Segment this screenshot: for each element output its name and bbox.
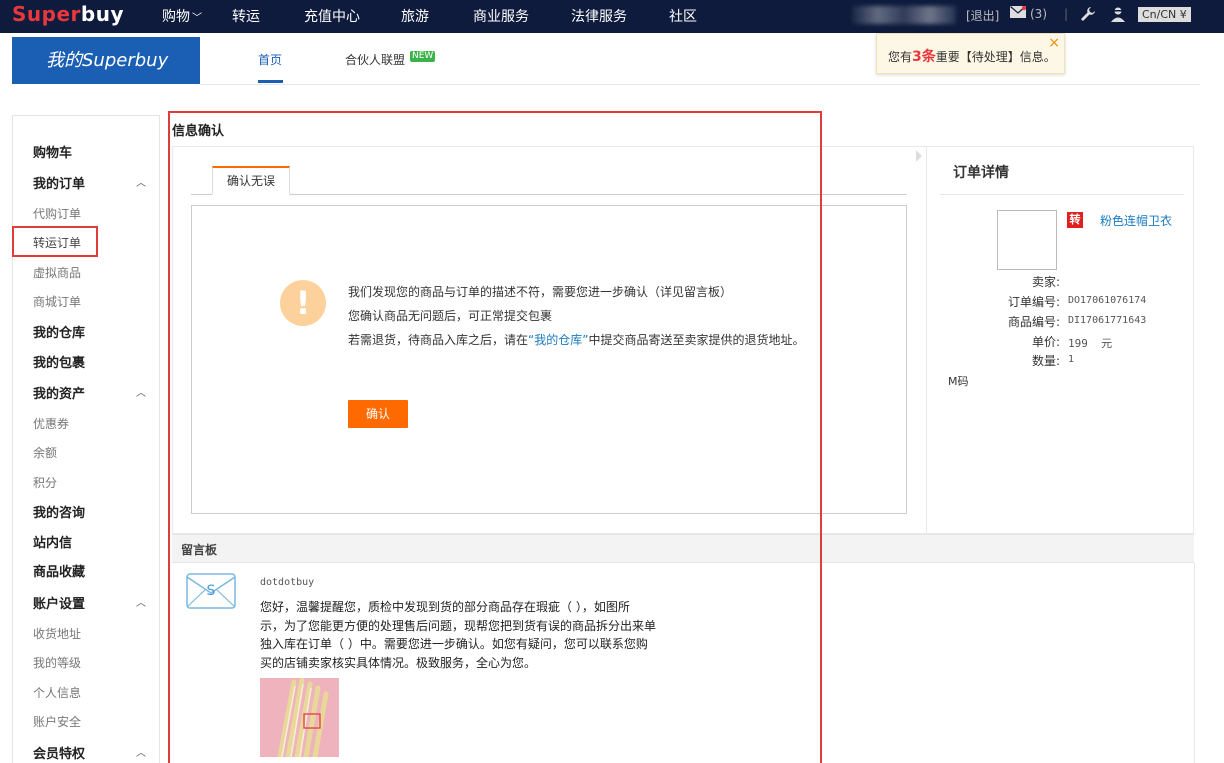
- mail-icon[interactable]: [1010, 6, 1026, 18]
- nav-shopping-label: 购物: [162, 9, 190, 25]
- mail-count: (3): [1030, 7, 1047, 21]
- notice-suffix: 重要【待处理】信息。: [935, 50, 1056, 64]
- sidebar-item-account-security[interactable]: 账户安全: [33, 713, 81, 730]
- sidebar-item-virtual-goods[interactable]: 虚拟商品: [33, 264, 81, 281]
- wrench-icon[interactable]: [1080, 6, 1096, 22]
- language-currency-selector[interactable]: Cn/CN ¥: [1138, 7, 1191, 22]
- nav-forwarding[interactable]: 转运: [232, 6, 260, 26]
- superbuy-logo[interactable]: Superbuy: [12, 2, 124, 26]
- highlight-box-forwarding-orders: [12, 226, 98, 257]
- order-no-value: DO17061076174: [1068, 295, 1147, 306]
- chevron-up-icon[interactable]: ︿: [136, 174, 146, 189]
- unit-price-label: 单价:: [1031, 335, 1060, 349]
- divider: |: [1064, 7, 1069, 21]
- forwarding-tag-badge: 转: [1067, 212, 1083, 228]
- logo-part-b: buy: [80, 2, 124, 26]
- order-no-label: 订单编号:: [1007, 295, 1060, 309]
- username-blurred: [852, 6, 956, 24]
- sidebar-item-shipping-address[interactable]: 收货地址: [33, 625, 81, 642]
- item-no-value: DI17061771643: [1068, 315, 1147, 326]
- sidebar-item-my-level[interactable]: 我的等级: [33, 654, 81, 671]
- quantity-label: 数量:: [1031, 354, 1060, 368]
- quantity-value: 1: [1068, 354, 1075, 365]
- panel-divider: [926, 147, 927, 533]
- sidebar-item-my-inquiries[interactable]: 我的咨询: [33, 502, 85, 521]
- item-no-label: 商品编号:: [1007, 315, 1060, 329]
- chevron-up-icon[interactable]: ︿: [136, 594, 146, 609]
- sidebar-item-my-assets[interactable]: 我的资产: [33, 383, 85, 402]
- service-agent-icon[interactable]: [1110, 6, 1126, 22]
- logo-part-a: Super: [12, 2, 81, 26]
- chevron-up-icon[interactable]: ︿: [136, 744, 146, 759]
- chevron-down-icon: ﹀: [192, 13, 202, 24]
- unit-price-value: 199 元: [1068, 337, 1113, 350]
- order-details-divider: [940, 194, 1184, 195]
- nav-community[interactable]: 社区: [669, 6, 697, 26]
- sidebar-item-balance[interactable]: 余额: [33, 444, 57, 461]
- top-nav: Superbuy 购物 ﹀ 转运 充值中心 旅游 商业服务 法律服务 社区 [退出…: [0, 0, 1224, 33]
- message-board-border: [1194, 563, 1195, 763]
- tab-home[interactable]: 首页: [258, 51, 282, 68]
- sidebar-item-member-privileges[interactable]: 会员特权: [33, 743, 85, 762]
- tab-partner-alliance[interactable]: 合伙人联盟: [345, 51, 405, 68]
- chevron-up-icon[interactable]: ︿: [136, 384, 146, 399]
- sidebar-item-coupons[interactable]: 优惠券: [33, 415, 69, 432]
- sidebar-item-favorites[interactable]: 商品收藏: [33, 561, 85, 580]
- nav-legal[interactable]: 法律服务: [571, 6, 627, 26]
- size-value: M码: [948, 375, 969, 388]
- sidebar-item-account-settings[interactable]: 账户设置: [33, 593, 85, 612]
- seller-label: 卖家:: [1031, 275, 1060, 289]
- sidebar-item-purchase-orders[interactable]: 代购订单: [33, 205, 81, 222]
- product-thumbnail[interactable]: [997, 210, 1057, 270]
- nav-topup[interactable]: 充值中心: [304, 6, 360, 26]
- notice-count: 3条: [912, 49, 936, 65]
- sidebar-item-mall-orders[interactable]: 商城订单: [33, 293, 81, 310]
- product-name-link[interactable]: 粉色连帽卫衣: [1100, 212, 1172, 229]
- sidebar-item-cart[interactable]: 购物车: [33, 142, 72, 161]
- subheader-divider: [200, 84, 1200, 85]
- pending-notice-popup[interactable]: 您有3条重要【待处理】信息。 ×: [876, 33, 1065, 74]
- nav-travel[interactable]: 旅游: [401, 6, 429, 26]
- sidebar-item-my-warehouse[interactable]: 我的仓库: [33, 322, 85, 341]
- notice-prefix: 您有: [888, 50, 913, 64]
- highlight-box-main-panel: [168, 111, 822, 763]
- order-details-title: 订单详情: [953, 165, 1009, 181]
- tab-home-underline: [258, 80, 283, 83]
- my-superbuy-brand[interactable]: 我的Superbuy: [12, 37, 200, 84]
- sidebar-item-personal-info[interactable]: 个人信息: [33, 684, 81, 701]
- sidebar-item-site-messages[interactable]: 站内信: [33, 532, 72, 551]
- nav-business[interactable]: 商业服务: [473, 6, 529, 26]
- sidebar-item-points[interactable]: 积分: [33, 474, 57, 491]
- close-icon[interactable]: ×: [1048, 35, 1060, 51]
- sidebar-item-my-parcels[interactable]: 我的包裹: [33, 352, 85, 371]
- nav-shopping[interactable]: 购物 ﹀: [162, 6, 202, 26]
- sidebar-item-my-orders[interactable]: 我的订单: [33, 173, 85, 192]
- logout-link[interactable]: [退出]: [966, 7, 999, 24]
- new-badge: NEW: [410, 51, 436, 62]
- collapse-arrow-icon[interactable]: [916, 150, 922, 162]
